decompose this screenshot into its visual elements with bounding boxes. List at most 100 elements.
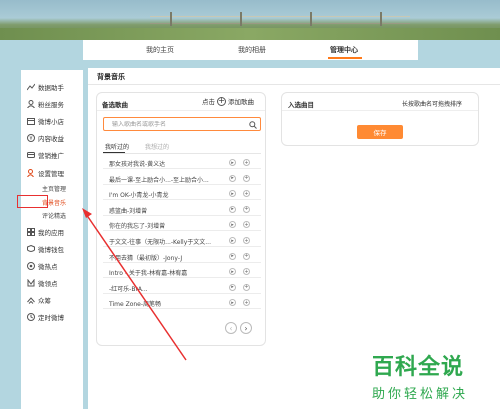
divider	[103, 153, 261, 154]
sidebar-item-label: 数据助手	[38, 83, 64, 92]
profile-banner	[0, 0, 500, 40]
song-row[interactable]: 不用去猜（最初版）-Jony-J ▸ +	[103, 250, 261, 263]
add-icon[interactable]: +	[243, 221, 250, 229]
fence-post	[240, 12, 242, 26]
song-name: 不用去猜（最初版）-Jony-J	[109, 254, 183, 262]
page-title: 背景音乐	[97, 73, 125, 81]
sidebar-item-fan-service[interactable]: 粉丝服务	[27, 98, 64, 109]
sidebar-item-label: 众筹	[38, 296, 51, 305]
song-search-input[interactable]	[112, 121, 242, 128]
store-icon	[27, 117, 35, 125]
fence-post	[380, 12, 382, 26]
play-icon[interactable]: ▸	[229, 159, 236, 166]
sidebar-item-wallet[interactable]: 微博钱包	[27, 243, 64, 254]
add-icon[interactable]: +	[243, 174, 250, 182]
sidebar-item-label: 定时微博	[38, 313, 64, 322]
sidebar-item-label: 设置管理	[38, 169, 64, 178]
card-icon	[27, 151, 35, 159]
nav-manage-center[interactable]: 管理中心	[330, 45, 358, 55]
add-icon[interactable]: +	[243, 205, 250, 213]
highlight-box	[17, 195, 48, 208]
add-icon[interactable]: +	[243, 283, 250, 291]
song-name: 于文文-往事（无限功...-Kelly于文文...	[109, 239, 211, 246]
song-name: 惑篮曲-刘增曾	[109, 207, 148, 215]
save-button[interactable]: 保存	[357, 125, 403, 139]
user-icon	[27, 99, 35, 108]
sidebar-sub-comment-picks[interactable]: 评论精选	[42, 211, 66, 220]
add-icon[interactable]: +	[243, 237, 250, 244]
fence-post	[170, 12, 172, 26]
sidebar-item-my-apps[interactable]: 我的应用	[27, 226, 64, 237]
sidebar-sub-home-manage[interactable]: 主页管理	[42, 184, 66, 193]
sidebar-item-label: 我的应用	[38, 228, 64, 237]
chevron-right-icon: ›	[244, 323, 248, 333]
song-search-box	[103, 117, 261, 131]
song-row[interactable]: I'm OK-小青龙-小青龙 ▸ +	[103, 187, 261, 201]
add-song-button[interactable]: 点击 + 添加歌曲	[202, 96, 254, 106]
song-row[interactable]: 那女孩对我说-黄义达 ▸ +	[103, 156, 261, 169]
prev-page-button[interactable]: ‹	[225, 322, 237, 334]
song-name: 最后一课-至上励合小...-至上励合小...	[109, 176, 209, 184]
play-icon[interactable]: ▸	[229, 205, 236, 213]
sidebar-item-settings[interactable]: 设置管理	[27, 167, 64, 178]
sidebar-item-content-revenue[interactable]: ¥ 内容收益	[27, 132, 64, 143]
song-row[interactable]: 于文文-往事（无限功...-Kelly于文文... ▸ +	[103, 234, 261, 247]
plus-circle-icon: +	[217, 96, 226, 106]
add-icon[interactable]: +	[243, 190, 250, 198]
nav-active-underline	[328, 57, 362, 59]
song-name: Time Zone-周笔畅	[109, 301, 162, 309]
nav-album[interactable]: 我的相册	[238, 45, 266, 55]
song-row[interactable]: Intro - 关于我-林宥嘉-林宥嘉 ▸ +	[103, 265, 261, 279]
sidebar-item-label: 微领点	[38, 279, 58, 288]
candidate-songs-title: 备选歌曲	[102, 101, 128, 109]
sidebar-item-crowdfund[interactable]: 众筹	[27, 294, 51, 305]
play-icon[interactable]: ▸	[229, 252, 236, 260]
play-icon[interactable]: ▸	[229, 174, 236, 182]
add-song-prefix: 点击	[202, 98, 215, 106]
next-page-button[interactable]: ›	[240, 322, 252, 334]
drag-sort-hint: 长按歌曲名可拖拽排序	[402, 101, 463, 108]
sidebar-item-marketing[interactable]: 营销推广	[27, 149, 64, 160]
sidebar-item-data-assistant[interactable]: 数据助手	[27, 81, 64, 92]
song-row[interactable]: Time Zone-周笔畅 ▸ +	[103, 296, 261, 310]
watermark-logo: 百科全说 助你轻松解决	[372, 349, 494, 402]
watermark-sub-text: 助你轻松解决	[372, 387, 469, 402]
play-icon[interactable]: ▸	[229, 237, 236, 244]
nav-home[interactable]: 我的主页	[146, 45, 174, 55]
money-icon: ¥	[27, 133, 35, 142]
chart-icon	[27, 83, 35, 91]
add-icon[interactable]: +	[243, 268, 250, 276]
play-icon[interactable]: ▸	[229, 268, 236, 276]
tab-wanted[interactable]: 我想过的	[145, 142, 169, 151]
song-name: 那女孩对我说-黄义达	[109, 161, 166, 168]
crowdfund-icon	[27, 296, 35, 304]
play-icon[interactable]: ▸	[229, 299, 236, 307]
sidebar-item-hotspot[interactable]: 微热点	[27, 260, 58, 271]
play-icon[interactable]: ▸	[229, 221, 236, 229]
song-row[interactable]: 惑篮曲-刘增曾 ▸ +	[103, 203, 261, 216]
song-name: -红可乐-BrA...	[109, 285, 148, 293]
sidebar-item-scheduled-weibo[interactable]: 定时微博	[27, 311, 64, 322]
watermark-main-text: 百科全说	[372, 355, 465, 380]
song-row[interactable]: -红可乐-BrA... ▸ +	[103, 281, 261, 294]
sidebar-item-label: 微热点	[38, 262, 58, 271]
selected-tracks-title: 入选曲目	[288, 101, 314, 109]
settings-user-icon	[27, 168, 35, 177]
song-row[interactable]: 最后一课-至上励合小...-至上励合小... ▸ +	[103, 172, 261, 185]
sidebar-item-label: 微博钱包	[38, 245, 64, 254]
svg-text:¥: ¥	[29, 136, 32, 142]
search-icon[interactable]	[249, 121, 257, 129]
apps-icon	[27, 227, 35, 236]
song-row[interactable]: 你在的我忘了-刘增曾 ▸ +	[103, 218, 261, 232]
sidebar-item-collar[interactable]: 微领点	[27, 277, 58, 288]
divider	[282, 110, 478, 111]
tab-listened[interactable]: 我听过的	[105, 142, 129, 151]
play-icon[interactable]: ▸	[229, 283, 236, 291]
add-icon[interactable]: +	[243, 299, 250, 307]
add-icon[interactable]: +	[243, 252, 250, 260]
play-icon[interactable]: ▸	[229, 190, 236, 198]
sidebar-item-label: 粉丝服务	[38, 100, 64, 109]
sidebar: 数据助手 粉丝服务 微博小店 ¥ 内容收益 营销推广 设置管理 主页管理 背景音…	[21, 70, 83, 409]
add-icon[interactable]: +	[243, 159, 250, 166]
sidebar-item-weibo-store[interactable]: 微博小店	[27, 115, 64, 126]
